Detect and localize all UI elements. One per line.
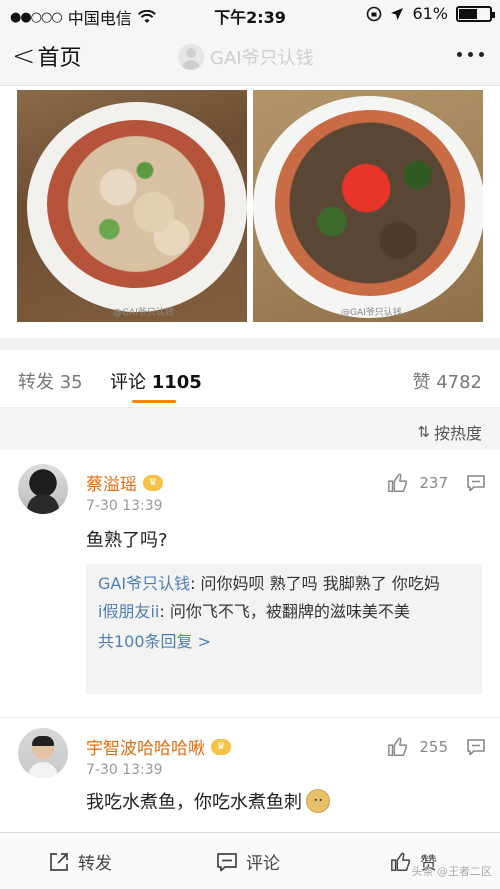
comment-like-count: 237 <box>419 474 448 492</box>
comment-username[interactable]: 蔡溢瑶 <box>86 470 137 495</box>
more-options-button[interactable] <box>457 52 484 57</box>
comment-item: 蔡溢瑶 ♛ 7-30 13:39 237 鱼熟了吗? GAI爷只认钱: 问你妈呗… <box>0 450 500 718</box>
tab-likes-count: 4782 <box>436 372 482 393</box>
rotation-lock-icon <box>367 6 382 21</box>
back-label: 首页 <box>37 46 82 71</box>
status-right: 61% <box>366 4 495 23</box>
post-images: @GAI爷只认钱 @GAI爷只认钱 <box>0 86 500 338</box>
tab-likes[interactable]: 赞 4782 <box>412 368 482 394</box>
reply-icon[interactable] <box>466 738 486 756</box>
post-image-2[interactable]: @GAI爷只认钱 <box>253 90 483 322</box>
thumbs-up-icon <box>388 473 408 492</box>
doge-emoji-icon <box>306 789 330 813</box>
sort-by-hot-button[interactable]: ⇅ 按热度 <box>417 420 482 444</box>
tab-comments[interactable]: 评论 1105 <box>110 368 202 394</box>
comment-like-button[interactable]: 237 <box>387 472 448 494</box>
tab-comments-count: 1105 <box>151 372 202 393</box>
dish-minced-beef-chili <box>275 110 465 296</box>
dot-icon <box>468 52 473 57</box>
sort-bar: ⇅ 按热度 <box>0 408 500 450</box>
reply-text: : 问你妈呗 熟了吗 我脚熟了 你吃妈 <box>190 574 440 593</box>
tab-repost[interactable]: 转发 35 <box>18 368 83 394</box>
tab-likes-label: 赞 <box>412 372 431 393</box>
avatar[interactable] <box>18 728 68 778</box>
comment-text: 我吃水煮鱼，你吃水煮鱼刺 <box>86 792 302 813</box>
comment-time: 7-30 13:39 <box>86 498 163 514</box>
avatar <box>178 44 204 70</box>
reply-username[interactable]: i假朋友ii <box>98 602 159 621</box>
reply-text: : 问你飞不飞，被翻牌的滋味美不美 <box>159 602 410 621</box>
sort-icon: ⇅ <box>417 423 430 441</box>
thumbs-up-icon <box>391 852 410 871</box>
vip-badge-icon: ♛ <box>143 474 163 491</box>
repost-button[interactable]: 转发 <box>48 849 112 874</box>
reply-item: i假朋友ii: 问你飞不飞，被翻牌的滋味美不美 <box>98 600 470 624</box>
navigation-bar: < 首页 GAI爷只认钱 <box>0 28 500 86</box>
platform-watermark: 头条 @王者二区 <box>411 865 493 878</box>
battery-icon <box>456 5 495 22</box>
comment-icon <box>217 852 237 871</box>
tab-comments-label: 评论 <box>110 372 146 393</box>
nav-title[interactable]: GAI爷只认钱 <box>178 44 314 70</box>
active-tab-indicator <box>132 400 176 403</box>
share-icon <box>50 852 68 871</box>
reply-icon[interactable] <box>466 474 486 492</box>
reply-item: GAI爷只认钱: 问你妈呗 熟了吗 我脚熟了 你吃妈 <box>98 572 470 596</box>
location-icon <box>391 7 404 20</box>
reply-username[interactable]: GAI爷只认钱 <box>98 574 190 593</box>
sort-label: 按热度 <box>433 424 482 443</box>
comment-time: 7-30 13:39 <box>86 762 163 778</box>
chevron-left-icon: < <box>12 39 36 72</box>
comment-text: 鱼熟了吗? <box>86 530 168 551</box>
battery-level <box>459 8 477 19</box>
section-divider <box>0 338 500 350</box>
image-watermark: @GAI爷只认钱 <box>341 308 402 318</box>
dot-icon <box>457 52 462 57</box>
comment-like-count: 255 <box>419 738 448 756</box>
dot-icon <box>479 52 484 57</box>
comment-button[interactable]: 评论 <box>216 849 280 874</box>
avatar[interactable] <box>18 464 68 514</box>
reply-thread[interactable]: GAI爷只认钱: 问你妈呗 熟了吗 我脚熟了 你吃妈 i假朋友ii: 问你飞不飞… <box>86 564 482 694</box>
battery-percent: 61% <box>412 4 448 23</box>
post-image-1[interactable]: @GAI爷只认钱 <box>17 90 247 322</box>
tab-repost-count: 35 <box>59 372 83 393</box>
comment-like-button[interactable]: 255 <box>387 736 448 758</box>
thumbs-up-icon <box>388 737 408 756</box>
comment-header: 宇智波哈哈哈啾 ♛ <box>86 734 231 759</box>
comment-username[interactable]: 宇智波哈哈哈啾 <box>86 734 205 759</box>
interaction-tabs: 转发 35 评论 1105 赞 4782 <box>0 350 500 408</box>
comment-label: 评论 <box>246 854 280 874</box>
comment-item: 宇智波哈哈哈啾 ♛ 7-30 13:39 255 我吃水煮鱼，你吃水煮鱼刺 <box>0 718 500 832</box>
back-button[interactable]: < 首页 <box>12 40 81 72</box>
nav-title-text: GAI爷只认钱 <box>210 48 314 69</box>
comment-text-row: 我吃水煮鱼，你吃水煮鱼刺 <box>86 788 330 814</box>
bottom-toolbar: 转发 评论 赞 头条 @王者二区 <box>0 832 500 889</box>
vip-badge-icon: ♛ <box>211 738 231 755</box>
tab-repost-label: 转发 <box>18 372 54 393</box>
image-watermark: @GAI爷只认钱 <box>113 308 174 318</box>
repost-label: 转发 <box>78 854 112 874</box>
comment-header: 蔡溢瑶 ♛ <box>86 470 163 495</box>
view-all-replies-link[interactable]: 共100条回复 > <box>98 630 470 654</box>
status-bar: ●●○○○ 中国电信 下午2:39 61% <box>0 0 500 28</box>
dish-sliced-pork <box>47 120 225 288</box>
